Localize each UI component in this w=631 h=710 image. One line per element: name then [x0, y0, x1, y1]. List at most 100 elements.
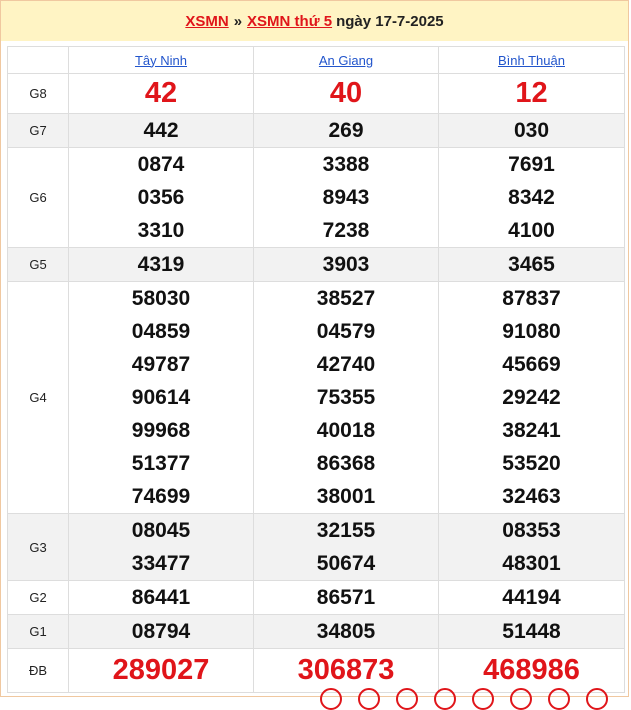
result-cell-tay-ninh: 08045 33477	[68, 513, 254, 581]
prize-row: G1 08794 34805 51448	[7, 614, 625, 649]
prize-row: ĐB 289027 306873 468986	[7, 648, 625, 693]
result-number: 58030	[131, 287, 191, 310]
prize-row: G6 0874 0356 3310 3388 8943 7238 7691 8342 4100	[7, 147, 625, 248]
results-header: XSMN » XSMN thứ 5 ngày 17-7-2025	[1, 1, 628, 41]
ball-icon	[548, 688, 570, 710]
result-cell-tay-ninh: 58030 04859 49787 90614 99968 51377 74699	[68, 281, 254, 514]
prize-label: G5	[7, 247, 69, 282]
result-number: 269	[328, 119, 364, 142]
result-number: 8943	[322, 186, 370, 209]
prize-label: G2	[7, 580, 69, 615]
ball-icon	[510, 688, 532, 710]
prize-label: G1	[7, 614, 69, 649]
result-number: 87837	[502, 287, 561, 310]
result-number: 34805	[316, 620, 376, 643]
result-cell-an-giang: 306873	[253, 648, 439, 693]
prize-row: G7 442 269 030	[7, 113, 625, 148]
result-number: 75355	[316, 386, 376, 409]
draw-date: ngày 17-7-2025	[336, 12, 444, 30]
result-cell-tay-ninh: 86441	[68, 580, 254, 615]
result-number: 04579	[316, 320, 376, 343]
result-number: 38527	[316, 287, 376, 310]
result-number: 44194	[502, 586, 561, 609]
province-header-row: Tây Ninh An Giang Bình Thuận	[7, 46, 625, 74]
result-cell-an-giang: 32155 50674	[253, 513, 439, 581]
result-cell-binh-thuan: 08353 48301	[438, 513, 625, 581]
prize-label: G6	[7, 147, 69, 248]
result-number: 90614	[131, 386, 191, 409]
result-number: 38241	[502, 419, 561, 442]
result-number: 4319	[137, 253, 185, 276]
result-cell-binh-thuan: 030	[438, 113, 625, 148]
result-number: 7691	[508, 153, 555, 176]
result-cell-binh-thuan: 51448	[438, 614, 625, 649]
result-number: 53520	[502, 452, 561, 475]
result-number: 86571	[316, 586, 376, 609]
result-number: 40	[329, 77, 363, 109]
prize-row: G2 86441 86571 44194	[7, 580, 625, 615]
result-number: 08353	[502, 519, 561, 542]
result-number: 04859	[131, 320, 191, 343]
result-cell-tay-ninh: 08794	[68, 614, 254, 649]
result-number: 030	[513, 119, 550, 142]
result-number: 7238	[322, 219, 370, 242]
result-number: 0356	[137, 186, 185, 209]
ball-icon	[358, 688, 380, 710]
result-number: 40018	[316, 419, 376, 442]
empty-header-cell	[7, 46, 69, 74]
result-cell-an-giang: 34805	[253, 614, 439, 649]
province-link-binh-thuan[interactable]: Bình Thuận	[498, 53, 565, 68]
result-number: 442	[143, 119, 179, 142]
prize-label: G4	[7, 281, 69, 514]
result-cell-an-giang: 3903	[253, 247, 439, 282]
result-number: 51448	[502, 620, 561, 643]
result-number: 29242	[502, 386, 561, 409]
result-cell-binh-thuan: 44194	[438, 580, 625, 615]
result-number: 74699	[131, 485, 191, 508]
province-link-an-giang[interactable]: An Giang	[319, 53, 373, 68]
result-cell-tay-ninh: 289027	[68, 648, 254, 693]
result-number: 49787	[131, 353, 191, 376]
result-number: 32463	[502, 485, 561, 508]
province-link-tay-ninh[interactable]: Tây Ninh	[135, 53, 187, 68]
result-cell-binh-thuan: 7691 8342 4100	[438, 147, 625, 248]
result-cell-an-giang: 38527 04579 42740 75355 40018 86368 38001	[253, 281, 439, 514]
result-number: 33477	[131, 552, 191, 575]
result-cell-binh-thuan: 468986	[438, 648, 625, 693]
result-cell-tay-ninh: 4319	[68, 247, 254, 282]
result-cell-an-giang: 3388 8943 7238	[253, 147, 439, 248]
result-cell-binh-thuan: 87837 91080 45669 29242 38241 53520 32463	[438, 281, 625, 514]
result-number: 289027	[112, 654, 210, 686]
result-cell-binh-thuan: 3465	[438, 247, 625, 282]
xsmn-thu-5-link[interactable]: XSMN thứ 5	[247, 13, 332, 30]
ball-icon	[396, 688, 418, 710]
result-number: 4100	[508, 219, 555, 242]
result-number: 42	[144, 77, 178, 109]
result-number: 3903	[322, 253, 370, 276]
result-number: 468986	[483, 654, 580, 686]
result-cell-tay-ninh: 442	[68, 113, 254, 148]
result-number: 99968	[131, 419, 191, 442]
prize-row: G4 58030 04859 49787 90614 99968 51377 74699 385…	[7, 281, 625, 514]
result-number: 48301	[502, 552, 561, 575]
result-number: 32155	[316, 519, 376, 542]
result-number: 51377	[131, 452, 191, 475]
result-number: 91080	[502, 320, 561, 343]
result-number: 08045	[131, 519, 191, 542]
ball-icon	[320, 688, 342, 710]
result-number: 38001	[316, 485, 376, 508]
result-cell-tay-ninh: 0874 0356 3310	[68, 147, 254, 248]
prize-label: G7	[7, 113, 69, 148]
prize-label: ĐB	[7, 648, 69, 693]
result-number: 45669	[502, 353, 561, 376]
breadcrumb-separator: »	[233, 12, 243, 30]
result-number: 50674	[316, 552, 376, 575]
result-number: 3310	[137, 219, 185, 242]
ball-icon	[472, 688, 494, 710]
xsmn-link[interactable]: XSMN	[185, 13, 228, 30]
result-number: 42740	[316, 353, 376, 376]
result-number: 12	[515, 77, 548, 109]
ball-icon	[434, 688, 456, 710]
results-table: Tây Ninh An Giang Bình Thuận G8 42 40 12 G7 4…	[7, 46, 625, 693]
result-number: 86441	[131, 586, 191, 609]
